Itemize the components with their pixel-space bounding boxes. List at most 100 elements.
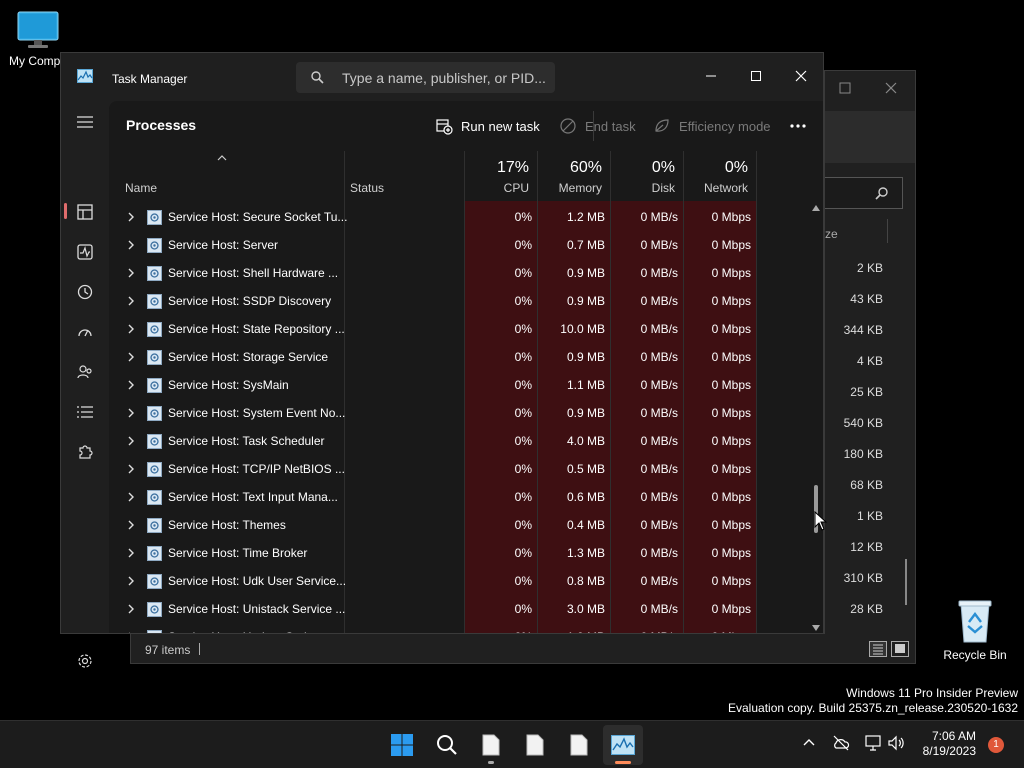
process-memory: 0.9 MB: [566, 406, 605, 420]
chevron-right-icon[interactable]: [127, 604, 135, 614]
watermark-edition: Windows 11 Pro Insider Preview: [846, 686, 1018, 700]
file-explorer-window[interactable]: ze 2 KB 43 KB 344 KB 4 KB 25 KB 540 KB 180 KB 6…: [824, 70, 916, 664]
taskbar-app-notepad-3[interactable]: [559, 725, 599, 765]
process-row[interactable]: Service Host: Storage Service 0% 0.9 MB 0 M…: [109, 343, 823, 371]
column-header-size[interactable]: ze: [825, 227, 838, 241]
process-row[interactable]: Service Host: System Event No... 0% 0.9 MB…: [109, 399, 823, 427]
service-host-icon: [147, 546, 162, 561]
chevron-right-icon[interactable]: [127, 268, 135, 278]
process-row[interactable]: Service Host: Time Broker 0% 1.3 MB 0 MB/s 0…: [109, 539, 823, 567]
column-header-cpu[interactable]: 17% CPU: [464, 151, 537, 197]
chevron-right-icon[interactable]: [127, 212, 135, 222]
nav-startup-apps[interactable]: [65, 315, 105, 349]
taskbar-app-notepad-1[interactable]: [471, 725, 511, 765]
process-row[interactable]: Service Host: Server 0% 0.7 MB 0 MB/s 0 Mbps: [109, 231, 823, 259]
nav-settings[interactable]: [65, 644, 105, 678]
chevron-right-icon[interactable]: [127, 464, 135, 474]
process-row[interactable]: Service Host: SysMain 0% 1.1 MB 0 MB/s 0 Mbp…: [109, 371, 823, 399]
process-row[interactable]: Service Host: Udk User Service... 0% 0.8 M…: [109, 567, 823, 595]
maximize-button[interactable]: [734, 61, 778, 91]
nav-users[interactable]: [65, 355, 105, 389]
hamburger-menu-button[interactable]: [65, 105, 105, 139]
tiles-view-icon[interactable]: [891, 641, 909, 657]
chevron-right-icon[interactable]: [127, 492, 135, 502]
process-row[interactable]: Service Host: Secure Socket Tu... 0% 1.2 M…: [109, 203, 823, 231]
nav-details[interactable]: [65, 395, 105, 429]
process-row[interactable]: Service Host: Unistack Service ... 0% 3.0 …: [109, 595, 823, 623]
process-row[interactable]: Service Host: Task Scheduler 0% 4.0 MB 0 MB…: [109, 427, 823, 455]
column-header-status[interactable]: Status: [344, 151, 464, 197]
chevron-right-icon[interactable]: [127, 436, 135, 446]
desktop-icon-recycle-bin[interactable]: Recycle Bin: [940, 598, 1010, 662]
process-name: Service Host: Time Broker: [168, 546, 308, 560]
maximize-icon[interactable]: [839, 77, 851, 99]
chevron-right-icon[interactable]: [127, 324, 135, 334]
chevron-right-icon[interactable]: [127, 548, 135, 558]
maximize-icon: [751, 71, 761, 81]
file-size: 540 KB: [843, 416, 883, 430]
details-view-icon[interactable]: [869, 641, 887, 657]
chevron-right-icon[interactable]: [127, 576, 135, 586]
process-cpu: 0%: [514, 238, 532, 252]
explorer-search-input[interactable]: [825, 177, 903, 209]
chevron-right-icon[interactable]: [127, 380, 135, 390]
task-manager-titlebar[interactable]: Task Manager Type a name, publisher, or …: [61, 53, 823, 101]
column-header-memory[interactable]: 60% Memory: [537, 151, 610, 197]
process-row[interactable]: Service Host: State Repository ... 0% 10.0…: [109, 315, 823, 343]
nav-performance[interactable]: [65, 235, 105, 269]
service-host-icon: [147, 462, 162, 477]
minimize-icon: [706, 75, 716, 77]
process-cpu: 0%: [514, 378, 532, 392]
nav-services[interactable]: [65, 435, 105, 469]
start-button[interactable]: [382, 725, 422, 765]
service-host-icon: [147, 322, 162, 337]
search-button[interactable]: [427, 725, 467, 765]
service-host-icon: [147, 490, 162, 505]
new-task-icon: [436, 119, 453, 135]
close-button[interactable]: [779, 61, 823, 91]
chevron-right-icon[interactable]: [127, 408, 135, 418]
process-row[interactable]: Service Host: SSDP Discovery 0% 0.9 MB 0 MB…: [109, 287, 823, 315]
process-table-scrollbar[interactable]: [810, 201, 822, 633]
process-row[interactable]: Service Host: Update Orchestr... 0% 1.0 MB…: [109, 623, 823, 633]
file-size: 28 KB: [850, 602, 883, 616]
taskbar-app-task-manager[interactable]: [603, 725, 643, 765]
file-size-list: 2 KB 43 KB 344 KB 4 KB 25 KB 540 KB 180 KB 68 K…: [825, 258, 883, 630]
chevron-right-icon[interactable]: [127, 240, 135, 250]
explorer-scrollbar[interactable]: [905, 559, 907, 605]
process-cpu: 0%: [514, 294, 532, 308]
process-row[interactable]: Service Host: Text Input Mana... 0% 0.6 MB…: [109, 483, 823, 511]
chevron-right-icon[interactable]: [127, 296, 135, 306]
process-disk: 0 MB/s: [640, 490, 678, 504]
process-row[interactable]: Service Host: TCP/IP NetBIOS ... 0% 0.5 MB…: [109, 455, 823, 483]
cloud-offline-icon[interactable]: [832, 735, 850, 751]
column-header-name[interactable]: Name: [109, 151, 344, 197]
process-row[interactable]: Service Host: Shell Hardware ... 0% 0.9 MB…: [109, 259, 823, 287]
efficiency-mode-button[interactable]: Efficiency mode: [653, 115, 771, 137]
run-new-task-button[interactable]: Run new task: [435, 115, 540, 137]
process-network: 0 Mbps: [711, 518, 751, 532]
close-icon[interactable]: [885, 77, 897, 99]
process-row[interactable]: Service Host: Themes 0% 0.4 MB 0 MB/s 0 Mbps: [109, 511, 823, 539]
system-clock[interactable]: 7:06 AM 8/19/2023: [904, 729, 976, 759]
evaluation-watermark: Windows 11 Pro Insider Preview Evaluatio…: [728, 686, 1018, 716]
network-icon[interactable]: [863, 735, 881, 751]
scroll-down-icon[interactable]: [812, 625, 820, 631]
more-options-button[interactable]: [789, 115, 807, 137]
chevron-right-icon[interactable]: [127, 352, 135, 362]
end-task-button[interactable]: End task: [559, 115, 636, 137]
process-name: Service Host: SSDP Discovery: [168, 294, 332, 308]
search-input[interactable]: Type a name, publisher, or PID...: [296, 62, 555, 93]
chevron-up-icon[interactable]: [803, 737, 815, 749]
task-manager-window[interactable]: Task Manager Type a name, publisher, or …: [60, 52, 824, 668]
column-header-disk[interactable]: 0% Disk: [610, 151, 683, 197]
column-header-network[interactable]: 0% Network: [683, 151, 756, 197]
scroll-up-icon[interactable]: [812, 205, 820, 211]
chevron-right-icon[interactable]: [127, 632, 135, 633]
taskbar-app-notepad-2[interactable]: [515, 725, 555, 765]
minimize-button[interactable]: [689, 61, 733, 91]
chevron-right-icon[interactable]: [127, 520, 135, 530]
notification-badge[interactable]: 1: [988, 737, 1004, 753]
nav-processes[interactable]: [65, 195, 105, 229]
nav-app-history[interactable]: [65, 275, 105, 309]
